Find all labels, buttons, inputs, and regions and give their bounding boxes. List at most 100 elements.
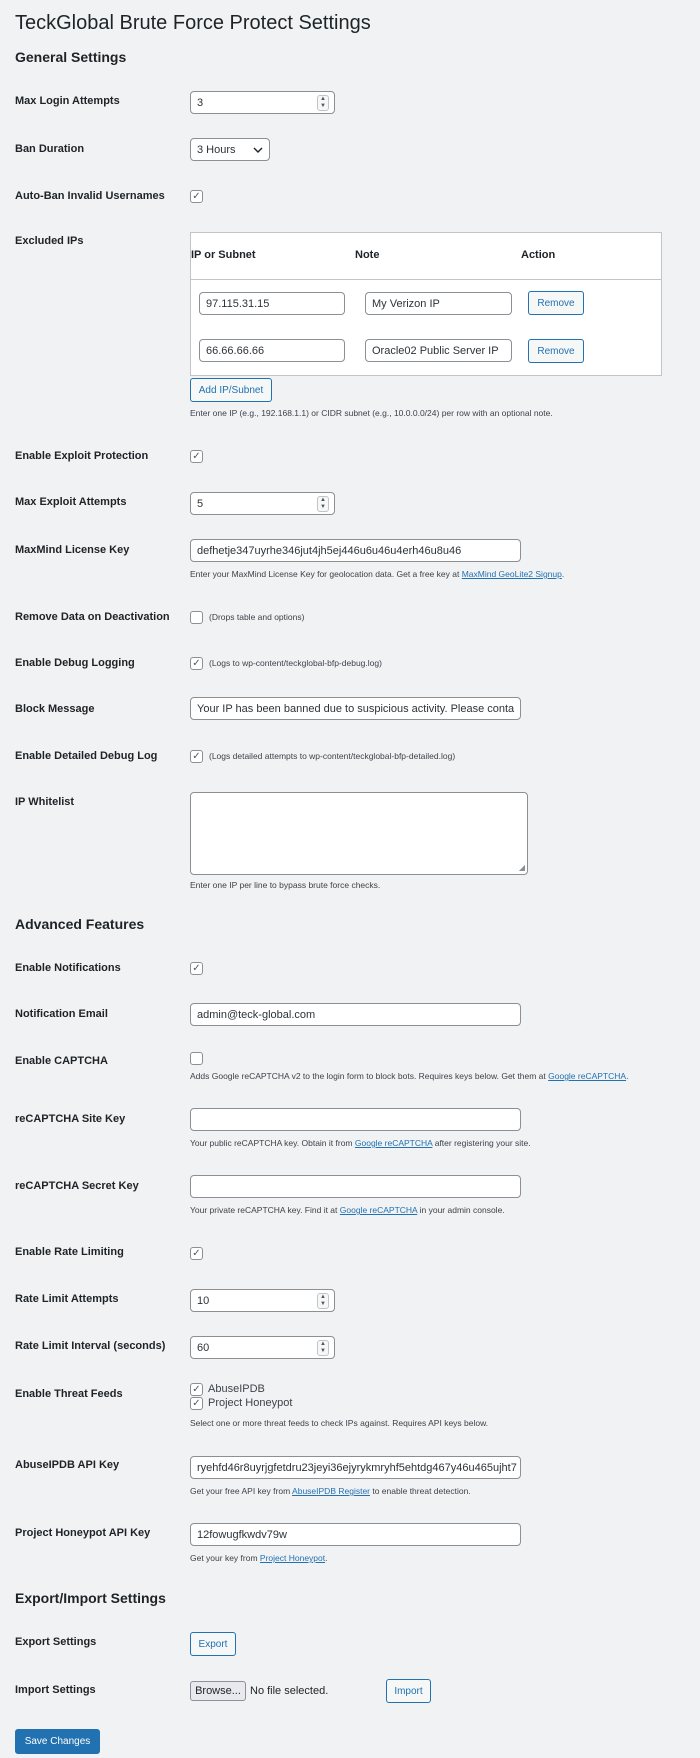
ban-duration-value: 3 Hours xyxy=(197,143,236,156)
ip-whitelist-textarea[interactable]: ◢ xyxy=(190,792,528,875)
max-exploit-value: 5 xyxy=(197,497,204,510)
import-settings-label: Import Settings xyxy=(15,1684,96,1696)
maxmind-signup-link[interactable]: MaxMind GeoLite2 Signup xyxy=(462,569,562,579)
checkmark-icon: ✓ xyxy=(192,450,201,462)
honeypot-checkbox[interactable]: ✓ xyxy=(190,1397,203,1410)
add-ip-subnet-button[interactable]: Add IP/Subnet xyxy=(190,378,272,402)
excluded-note-input[interactable]: Oracle02 Public Server IP xyxy=(365,339,512,362)
excluded-note-input[interactable]: My Verizon IP xyxy=(365,292,512,315)
rate-interval-input[interactable]: 60 ▲ ▼ xyxy=(190,1336,335,1359)
abuseipdb-key-input[interactable]: ryehfd46r8uyrjgfetdru23jeyi36ejyrykmryhf… xyxy=(190,1456,521,1479)
excluded-ips-description: Enter one IP (e.g., 192.168.1.1) or CIDR… xyxy=(190,408,553,418)
ip-whitelist-label: IP Whitelist xyxy=(15,796,75,808)
remove-button[interactable]: Remove xyxy=(528,339,584,363)
rate-interval-value: 60 xyxy=(197,1341,210,1354)
debug-logging-checkbox[interactable]: ✓ xyxy=(190,657,203,670)
chevron-down-icon xyxy=(253,147,263,153)
honeypot-key-input[interactable]: 12fowugfkwdv79w xyxy=(190,1523,521,1546)
block-message-label: Block Message xyxy=(15,703,95,715)
max-exploit-label: Max Exploit Attempts xyxy=(15,496,127,508)
exploit-protection-label: Enable Exploit Protection xyxy=(15,450,149,462)
auto-ban-checkbox[interactable]: ✓ xyxy=(190,190,203,203)
rate-limiting-checkbox[interactable]: ✓ xyxy=(190,1247,203,1260)
detailed-debug-note: (Logs detailed attempts to wp-content/te… xyxy=(209,751,456,761)
remove-data-checkbox[interactable] xyxy=(190,611,203,624)
remove-data-label: Remove Data on Deactivation xyxy=(15,611,170,623)
import-button[interactable]: Import xyxy=(386,1679,431,1703)
threat-feeds-label: Enable Threat Feeds xyxy=(15,1388,123,1400)
checkmark-icon: ✓ xyxy=(192,962,201,974)
checkmark-icon: ✓ xyxy=(192,1383,201,1395)
excluded-ips-label: Excluded IPs xyxy=(15,235,84,247)
column-header-ip: IP or Subnet xyxy=(191,249,256,261)
number-spinner-icon[interactable]: ▲ ▼ xyxy=(317,496,329,512)
notification-email-label: Notification Email xyxy=(15,1008,108,1020)
abuseipdb-key-label: AbuseIPDB API Key xyxy=(15,1459,120,1471)
ban-duration-select[interactable]: 3 Hours xyxy=(190,138,270,161)
checkmark-icon: ✓ xyxy=(192,657,201,669)
maxmind-desc-text: Enter your MaxMind License Key for geolo… xyxy=(190,569,462,579)
file-status-text: No file selected. xyxy=(250,1685,329,1697)
captcha-desc-suffix: . xyxy=(626,1071,629,1081)
notifications-label: Enable Notifications xyxy=(15,962,121,974)
export-button[interactable]: Export xyxy=(190,1632,236,1656)
rate-attempts-input[interactable]: 10 ▲ ▼ xyxy=(190,1289,335,1312)
google-recaptcha-link[interactable]: Google reCAPTCHA xyxy=(548,1071,626,1081)
remove-button[interactable]: Remove xyxy=(528,291,584,315)
export-settings-label: Export Settings xyxy=(15,1636,97,1648)
number-spinner-icon[interactable]: ▲ ▼ xyxy=(317,1340,329,1356)
excluded-ips-table: IP or Subnet Note Action 97.115.31.15 My… xyxy=(190,232,662,376)
checkmark-icon: ✓ xyxy=(192,1397,201,1409)
maxmind-desc-suffix: . xyxy=(561,569,565,579)
save-changes-button[interactable]: Save Changes xyxy=(15,1729,100,1754)
site-key-label: reCAPTCHA Site Key xyxy=(15,1113,126,1125)
rate-attempts-label: Rate Limit Attempts xyxy=(15,1293,119,1305)
notifications-checkbox[interactable]: ✓ xyxy=(190,962,203,975)
checkmark-icon: ✓ xyxy=(192,1247,201,1259)
page-title: TeckGlobal Brute Force Protect Settings xyxy=(15,12,371,34)
secret-key-description: Your private reCAPTCHA key. Find it at G… xyxy=(190,1204,505,1216)
column-header-action: Action xyxy=(521,249,556,261)
abuseipdb-register-link[interactable]: AbuseIPDB Register xyxy=(292,1486,370,1496)
excluded-ip-input[interactable]: 97.115.31.15 xyxy=(199,292,345,315)
exploit-protection-checkbox[interactable]: ✓ xyxy=(190,450,203,463)
maxmind-label: MaxMind License Key xyxy=(15,544,130,556)
google-recaptcha-link[interactable]: Google reCAPTCHA xyxy=(340,1205,417,1215)
max-exploit-input[interactable]: 5 ▲ ▼ xyxy=(190,492,335,515)
excluded-ip-input[interactable]: 66.66.66.66 xyxy=(199,339,345,362)
number-spinner-icon[interactable]: ▲ ▼ xyxy=(317,95,329,111)
detailed-debug-label: Enable Detailed Debug Log xyxy=(15,750,158,762)
notification-email-input[interactable]: admin@teck-global.com xyxy=(190,1003,521,1026)
maxmind-description: Enter your MaxMind License Key for geolo… xyxy=(190,568,564,580)
captcha-description: Adds Google reCAPTCHA v2 to the login fo… xyxy=(190,1070,628,1082)
secret-key-input[interactable] xyxy=(190,1175,521,1198)
ban-duration-label: Ban Duration xyxy=(15,143,85,155)
detailed-debug-checkbox[interactable]: ✓ xyxy=(190,750,203,763)
checkmark-icon: ✓ xyxy=(192,750,201,762)
project-honeypot-link[interactable]: Project Honeypot xyxy=(260,1553,325,1563)
maxmind-key-input[interactable]: defhetje347uyrhe346jut4jh5ej446u6u46u4er… xyxy=(190,539,521,562)
rate-interval-label: Rate Limit Interval (seconds) xyxy=(15,1340,166,1352)
max-login-value: 3 xyxy=(197,96,204,109)
honeypot-desc-text: Get your key from xyxy=(190,1553,260,1563)
abuseipdb-label: AbuseIPDB xyxy=(208,1383,265,1395)
google-recaptcha-link[interactable]: Google reCAPTCHA xyxy=(355,1138,432,1148)
rate-attempts-value: 10 xyxy=(197,1294,210,1307)
site-key-input[interactable] xyxy=(190,1108,521,1131)
rate-limiting-label: Enable Rate Limiting xyxy=(15,1246,124,1258)
number-spinner-icon[interactable]: ▲ ▼ xyxy=(317,1293,329,1309)
browse-file-button[interactable]: Browse... xyxy=(190,1681,246,1701)
honeypot-desc-suffix: . xyxy=(325,1553,328,1563)
block-message-input[interactable]: Your IP has been banned due to suspiciou… xyxy=(190,697,521,720)
abuseipdb-desc-suffix: to enable threat detection. xyxy=(370,1486,471,1496)
captcha-label: Enable CAPTCHA xyxy=(15,1055,108,1067)
max-login-input[interactable]: 3 ▲ ▼ xyxy=(190,91,335,114)
abuseipdb-checkbox[interactable]: ✓ xyxy=(190,1383,203,1396)
captcha-checkbox[interactable] xyxy=(190,1052,203,1065)
threat-feeds-description: Select one or more threat feeds to check… xyxy=(190,1418,489,1428)
site-key-desc-suffix: after registering your site. xyxy=(432,1138,531,1148)
remove-data-note: (Drops table and options) xyxy=(209,612,305,622)
resize-grip-icon[interactable]: ◢ xyxy=(519,864,525,872)
secret-key-desc-text: Your private reCAPTCHA key. Find it at xyxy=(190,1205,340,1215)
debug-logging-label: Enable Debug Logging xyxy=(15,657,135,669)
